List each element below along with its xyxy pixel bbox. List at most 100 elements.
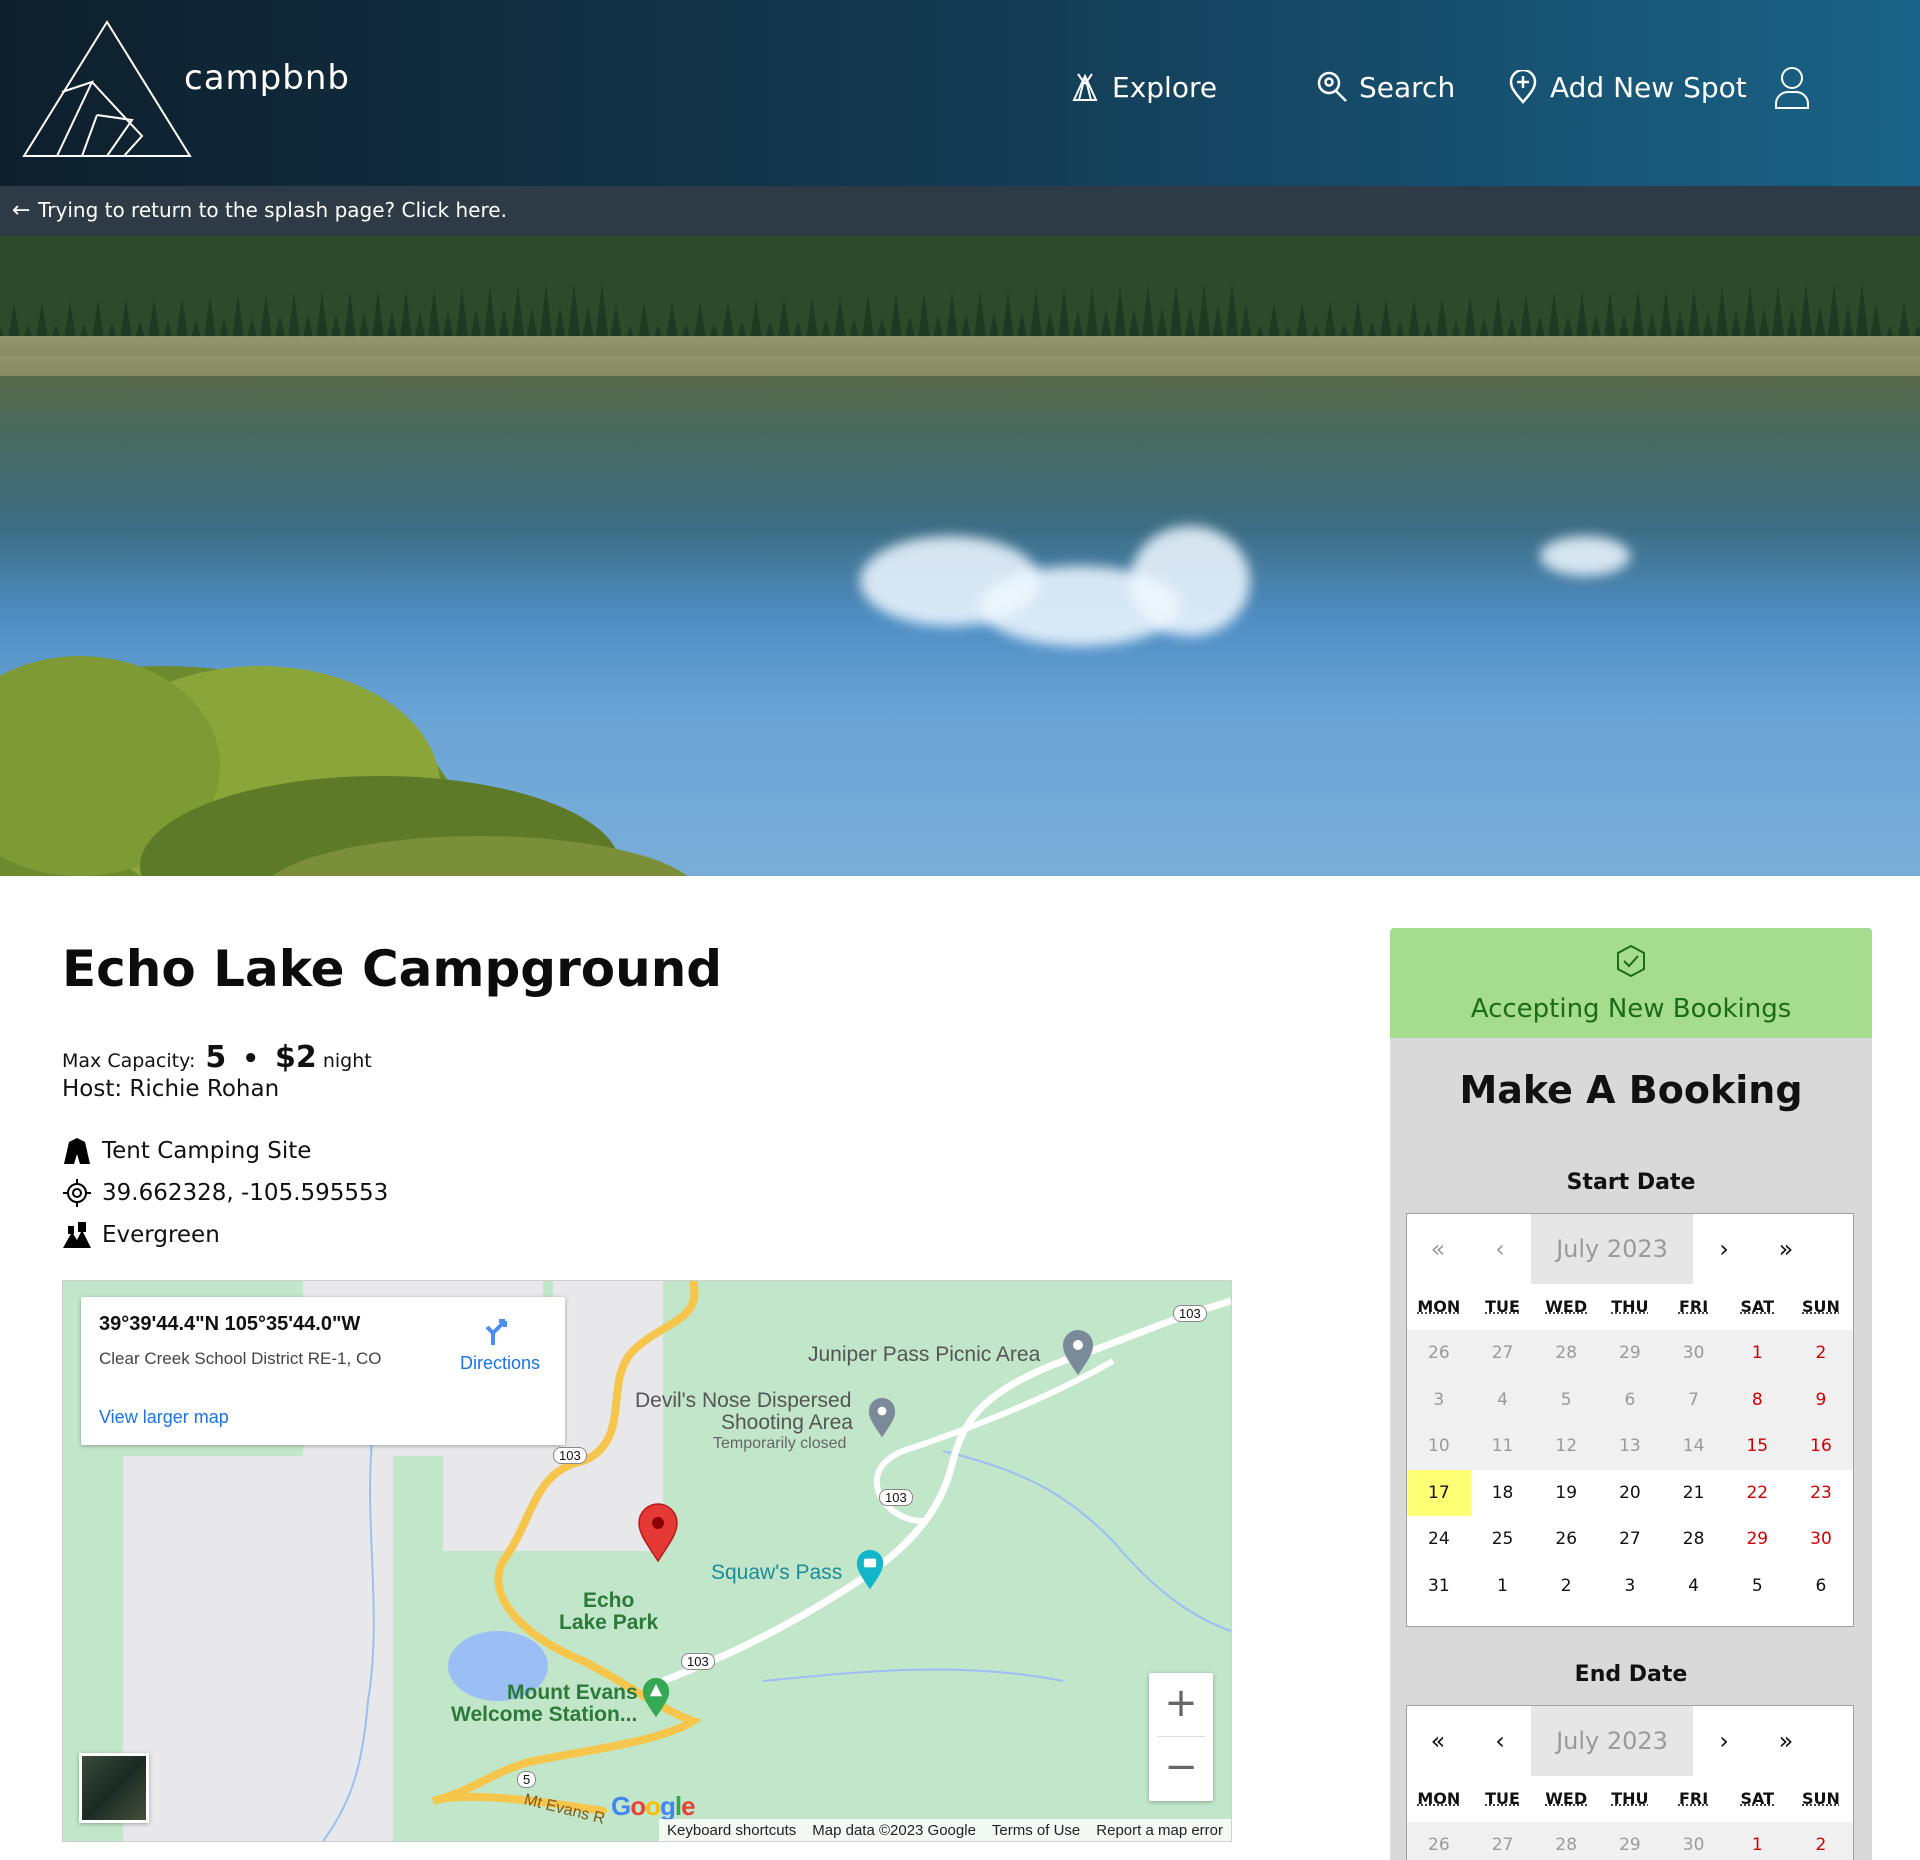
prev-month-button[interactable]: ‹ — [1469, 1706, 1531, 1776]
calendar-day[interactable]: 20 — [1598, 1470, 1662, 1517]
calendar-day[interactable]: 27 — [1470, 1822, 1535, 1860]
prev-year-button[interactable]: « — [1407, 1706, 1469, 1776]
map-footer: Keyboard shortcuts Map data ©2023 Google… — [659, 1819, 1231, 1841]
calendar-day[interactable]: 2 — [1789, 1822, 1853, 1860]
splash-return-bar[interactable]: ← Trying to return to the splash page? C… — [0, 186, 1920, 236]
google-logo: Google — [611, 1791, 696, 1821]
mountain-logo-icon[interactable] — [22, 20, 192, 158]
calendar-day[interactable]: 7 — [1661, 1376, 1726, 1423]
prev-month-button[interactable]: ‹ — [1469, 1214, 1531, 1284]
map-label-squaw: Squaw's Pass — [711, 1561, 843, 1584]
calendar-day[interactable]: 2 — [1534, 1563, 1598, 1610]
calendar-navigation: « ‹ July 2023 › » — [1407, 1706, 1853, 1776]
calendar-day[interactable]: 16 — [1789, 1423, 1853, 1470]
report-map-error-link[interactable]: Report a map error — [1096, 1822, 1223, 1839]
nav-add-spot[interactable]: Add New Spot — [1506, 70, 1747, 104]
next-month-button[interactable]: › — [1693, 1214, 1755, 1284]
calendar-day[interactable]: 29 — [1598, 1330, 1662, 1377]
calendar-day[interactable]: 2 — [1789, 1330, 1853, 1377]
calendar-day[interactable]: 13 — [1598, 1423, 1662, 1470]
nav-search[interactable]: Search — [1315, 70, 1455, 104]
calendar-day[interactable]: 30 — [1661, 1330, 1726, 1377]
calendar-day[interactable]: 14 — [1661, 1423, 1726, 1470]
calendar-day[interactable]: 28 — [1662, 1516, 1726, 1563]
calendar-day[interactable]: 5 — [1725, 1563, 1789, 1610]
next-year-button[interactable]: » — [1755, 1706, 1817, 1776]
keyboard-shortcuts-link[interactable]: Keyboard shortcuts — [667, 1822, 796, 1839]
calendar-day[interactable]: 1 — [1471, 1563, 1535, 1610]
calendar-day[interactable]: 28 — [1534, 1330, 1599, 1377]
calendar-day-today[interactable]: 17 — [1407, 1469, 1471, 1516]
prev-year-button[interactable]: « — [1407, 1214, 1469, 1284]
calendar-day[interactable]: 5 — [1534, 1376, 1599, 1423]
calendar-day[interactable]: 25 — [1471, 1516, 1535, 1563]
nav-explore[interactable]: Explore — [1068, 70, 1217, 104]
map-label-evans-1: Mount Evans — [507, 1681, 638, 1704]
zoom-out-button[interactable]: − — [1149, 1737, 1213, 1801]
next-month-button[interactable]: › — [1693, 1706, 1755, 1776]
calendar-day[interactable]: 10 — [1407, 1423, 1471, 1470]
park-pin-icon[interactable] — [641, 1677, 671, 1719]
view-larger-map-link[interactable]: View larger map — [99, 1407, 229, 1428]
calendar-day[interactable]: 8 — [1725, 1376, 1790, 1423]
calendar-day[interactable]: 27 — [1470, 1330, 1535, 1377]
splash-return-link[interactable]: Trying to return to the splash page? Cli… — [38, 198, 507, 222]
calendar-day[interactable]: 3 — [1598, 1563, 1662, 1610]
calendar-day[interactable]: 4 — [1470, 1376, 1535, 1423]
calendar-day[interactable]: 9 — [1789, 1376, 1853, 1423]
calendar-day[interactable]: 26 — [1534, 1516, 1598, 1563]
weekday: TUE — [1485, 1789, 1520, 1808]
calendar-day[interactable]: 18 — [1471, 1470, 1535, 1517]
calendar-day[interactable]: 1 — [1725, 1822, 1790, 1860]
calendar-day[interactable]: 30 — [1789, 1516, 1853, 1563]
month-label[interactable]: July 2023 — [1531, 1214, 1693, 1284]
calendar-navigation: « ‹ July 2023 › » — [1407, 1214, 1853, 1284]
capacity-label: Max Capacity: — [62, 1050, 196, 1072]
calendar-day[interactable]: 19 — [1534, 1470, 1598, 1517]
weekday: WED — [1545, 1789, 1588, 1808]
calendar-day[interactable]: 28 — [1534, 1822, 1599, 1860]
calendar-day[interactable]: 12 — [1534, 1423, 1599, 1470]
calendar-day[interactable]: 4 — [1662, 1563, 1726, 1610]
zoom-in-button[interactable]: + — [1149, 1673, 1213, 1737]
gray-pin-icon[interactable] — [1061, 1329, 1095, 1377]
next-year-button[interactable]: » — [1755, 1214, 1817, 1284]
page-title: Echo Lake Campground — [62, 940, 723, 998]
calendar-day[interactable]: 30 — [1661, 1822, 1726, 1860]
calendar-day[interactable]: 15 — [1725, 1423, 1790, 1470]
weekday: SUN — [1802, 1789, 1840, 1808]
weekday: MON — [1417, 1297, 1461, 1316]
calendar-day[interactable]: 6 — [1789, 1563, 1853, 1610]
red-location-pin-icon[interactable] — [637, 1503, 679, 1563]
satellite-toggle-button[interactable] — [79, 1753, 149, 1823]
directions-button[interactable]: Directions — [445, 1313, 555, 1374]
calendar-day[interactable]: 3 — [1407, 1376, 1471, 1423]
calendar-day[interactable]: 26 — [1407, 1330, 1471, 1377]
calendar-day[interactable]: 26 — [1407, 1822, 1471, 1860]
user-account-icon[interactable] — [1774, 66, 1810, 110]
month-label[interactable]: July 2023 — [1531, 1706, 1693, 1776]
brand-name[interactable]: campbnb — [184, 58, 350, 98]
calendar-week: 10 11 12 13 14 15 16 — [1407, 1423, 1853, 1470]
make-booking-heading: Make A Booking — [1459, 1068, 1803, 1112]
calendar-day[interactable]: 31 — [1407, 1563, 1471, 1610]
terms-of-use-link[interactable]: Terms of Use — [992, 1822, 1080, 1839]
gray-pin-icon[interactable] — [867, 1397, 897, 1439]
calendar-day[interactable]: 27 — [1598, 1516, 1662, 1563]
calendar-day[interactable]: 22 — [1725, 1470, 1789, 1517]
camera-pin-icon[interactable] — [855, 1549, 885, 1591]
google-map-embed[interactable]: 39°39'44.4"N 105°35'44.0"W Clear Creek S… — [62, 1280, 1232, 1842]
calendar-day[interactable]: 6 — [1598, 1376, 1662, 1423]
calendar-day[interactable]: 24 — [1407, 1516, 1471, 1563]
calendar-day[interactable]: 23 — [1789, 1470, 1853, 1517]
calendar-day[interactable]: 29 — [1598, 1822, 1662, 1860]
shoreline — [0, 336, 1920, 376]
calendar-day[interactable]: 21 — [1662, 1470, 1726, 1517]
calendar-day[interactable]: 1 — [1725, 1330, 1790, 1377]
calendar-day[interactable]: 29 — [1725, 1516, 1789, 1563]
capacity-price-line: Max Capacity: 5 • $2 night — [62, 1040, 372, 1075]
booking-panel: Accepting New Bookings Make A Booking St… — [1390, 928, 1872, 1860]
coordinates-value: 39.662328, -105.595553 — [102, 1180, 389, 1206]
calendar-day[interactable]: 11 — [1470, 1423, 1535, 1470]
weekday: THU — [1611, 1297, 1649, 1316]
